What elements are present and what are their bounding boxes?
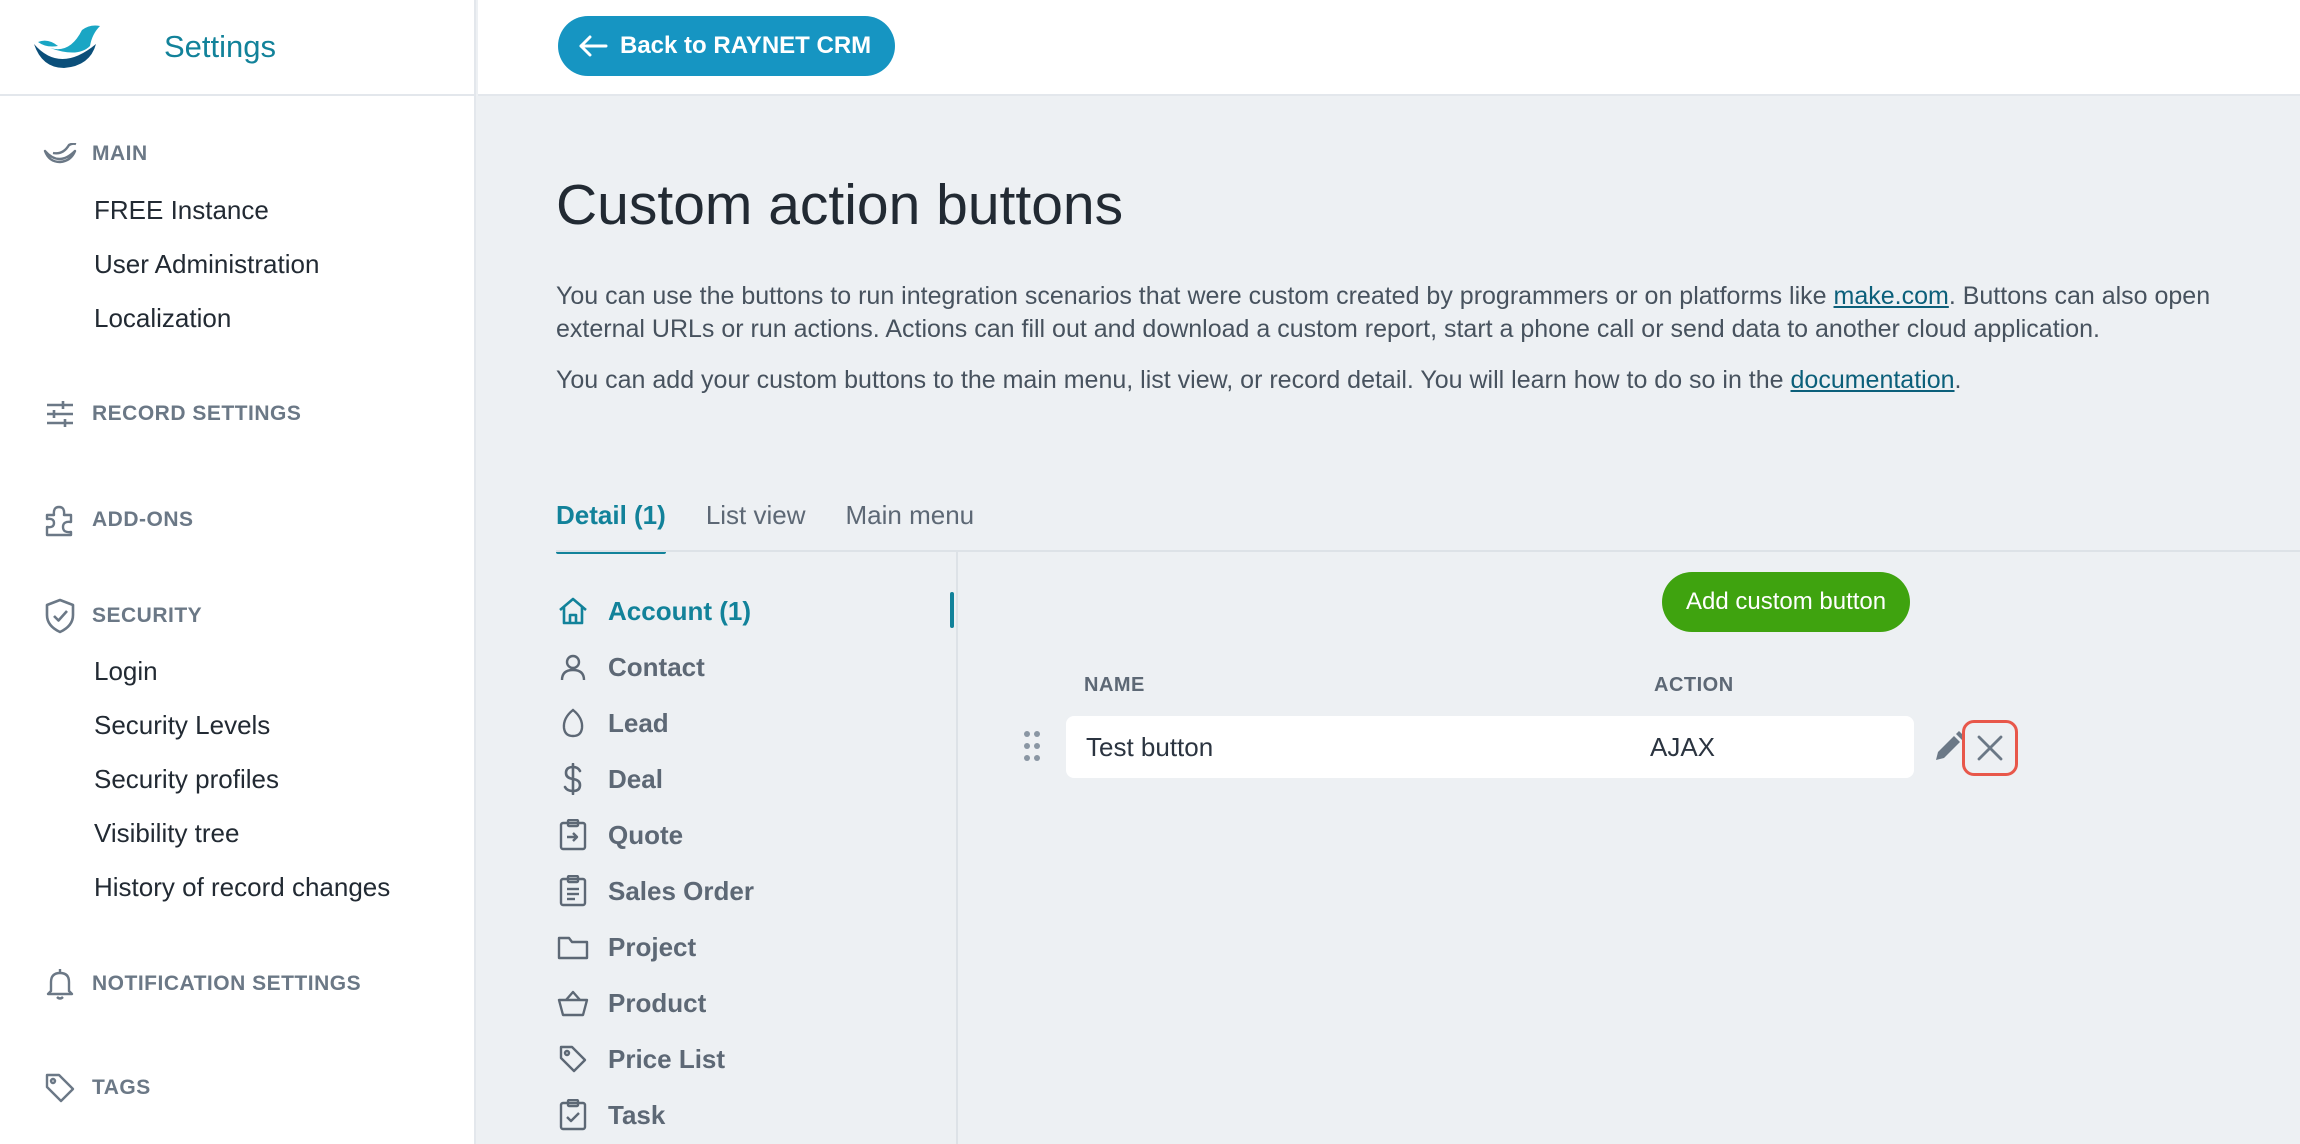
section-addons-label: ADD-ONS — [92, 508, 194, 531]
section-notification-settings-label: NOTIFICATION SETTINGS — [92, 972, 362, 995]
egg-icon — [556, 706, 590, 740]
sidebar-item-visibility-tree[interactable]: Visibility tree — [94, 818, 239, 849]
sidebar: Settings MAIN FREE Instance User Adminis… — [0, 0, 476, 1144]
basket-icon — [556, 986, 590, 1020]
home-icon — [556, 594, 590, 628]
delete-button[interactable] — [1962, 720, 2018, 776]
entity-task-label: Task — [608, 1099, 666, 1130]
description-2-text-b: . — [1954, 366, 1962, 394]
tab-list-view[interactable]: List view — [706, 496, 806, 552]
tabs-divider — [556, 550, 2300, 552]
entity-lead[interactable]: Lead — [556, 706, 669, 740]
raynet-logo-icon[interactable] — [30, 24, 102, 70]
puzzle-icon — [42, 502, 78, 538]
sidebar-item-free-instance[interactable]: FREE Instance — [94, 195, 269, 226]
entity-sales-order-label: Sales Order — [608, 875, 754, 906]
clipboard-arrow-icon — [556, 818, 590, 852]
folder-icon — [556, 930, 590, 964]
section-tags-label: TAGS — [92, 1076, 151, 1099]
close-icon — [1977, 735, 2003, 761]
section-addons[interactable]: ADD-ONS — [42, 502, 194, 538]
tab-bar: Detail (1) List view Main menu — [556, 496, 1014, 554]
section-record-settings[interactable]: RECORD SETTINGS — [42, 396, 301, 432]
person-icon — [556, 650, 590, 684]
entity-contact-label: Contact — [608, 651, 705, 682]
entity-deal[interactable]: Deal — [556, 762, 663, 796]
price-tag-icon — [556, 1042, 590, 1076]
clipboard-list-icon — [556, 874, 590, 908]
shield-check-icon — [42, 598, 78, 634]
sidebar-header: Settings — [0, 0, 474, 96]
entity-task[interactable]: Task — [556, 1098, 665, 1132]
column-header-action: ACTION — [1654, 674, 1734, 696]
edit-pencil-icon[interactable] — [1932, 730, 1966, 764]
raynet-fish-icon — [42, 136, 78, 172]
entity-product-label: Product — [608, 987, 707, 1018]
bell-icon — [42, 966, 78, 1002]
make-com-link[interactable]: make.com — [1834, 282, 1949, 310]
description-2-text-a: You can add your custom buttons to the m… — [556, 366, 1791, 394]
entity-account-label: Account (1) — [608, 595, 751, 626]
description-paragraph-2: You can add your custom buttons to the m… — [556, 364, 2300, 397]
row-action: AJAX — [1650, 732, 1716, 762]
section-main[interactable]: MAIN — [42, 136, 148, 172]
arrow-left-icon — [579, 35, 608, 57]
documentation-link[interactable]: documentation — [1791, 366, 1955, 394]
tab-detail[interactable]: Detail (1) — [556, 496, 666, 554]
entity-account[interactable]: Account (1) — [556, 594, 751, 628]
entity-contact[interactable]: Contact — [556, 650, 705, 684]
sidebar-item-localization[interactable]: Localization — [94, 303, 231, 334]
entity-price-list-label: Price List — [608, 1043, 726, 1074]
row-name: Test button — [1086, 732, 1214, 762]
sidebar-item-security-profiles[interactable]: Security profiles — [94, 764, 279, 795]
back-to-crm-label: Back to RAYNET CRM — [620, 32, 872, 59]
entity-product[interactable]: Product — [556, 986, 706, 1020]
description-1-text-a: You can use the buttons to run integrati… — [556, 282, 1834, 310]
add-custom-button[interactable]: Add custom button — [1662, 572, 1911, 632]
description-paragraph-1: You can use the buttons to run integrati… — [556, 280, 2300, 346]
entity-list-divider — [956, 552, 958, 1144]
table-row[interactable]: Test button AJAX — [1066, 716, 1914, 778]
sidebar-title: Settings — [164, 29, 277, 64]
tag-icon — [42, 1070, 78, 1106]
entity-deal-label: Deal — [608, 763, 663, 794]
page-title: Custom action buttons — [556, 173, 1124, 237]
entity-project[interactable]: Project — [556, 930, 696, 964]
entity-sales-order[interactable]: Sales Order — [556, 874, 754, 908]
active-entity-indicator — [950, 592, 954, 628]
section-security-label: SECURITY — [92, 604, 203, 627]
section-notification-settings[interactable]: NOTIFICATION SETTINGS — [42, 966, 361, 1002]
tab-main-menu[interactable]: Main menu — [846, 496, 975, 552]
entity-quote-label: Quote — [608, 819, 684, 850]
column-header-name: NAME — [1084, 674, 1145, 696]
dollar-icon — [556, 762, 590, 796]
section-tags[interactable]: TAGS — [42, 1070, 151, 1106]
top-bar: Back to RAYNET CRM — [478, 0, 2300, 96]
entity-quote[interactable]: Quote — [556, 818, 683, 852]
entity-price-list[interactable]: Price List — [556, 1042, 725, 1076]
sidebar-item-security-levels[interactable]: Security Levels — [94, 710, 270, 741]
sidebar-item-history-of-record-changes[interactable]: History of record changes — [94, 872, 390, 903]
sidebar-item-user-administration[interactable]: User Administration — [94, 249, 319, 280]
entity-project-label: Project — [608, 931, 697, 962]
back-to-crm-button[interactable]: Back to RAYNET CRM — [558, 16, 896, 76]
clipboard-check-icon — [556, 1098, 590, 1132]
sliders-icon — [42, 396, 78, 432]
drag-handle-icon[interactable] — [1022, 728, 1042, 764]
section-main-label: MAIN — [92, 142, 148, 165]
sidebar-item-login[interactable]: Login — [94, 656, 158, 687]
section-record-settings-label: RECORD SETTINGS — [92, 402, 302, 425]
entity-lead-label: Lead — [608, 707, 669, 738]
section-security[interactable]: SECURITY — [42, 598, 202, 634]
